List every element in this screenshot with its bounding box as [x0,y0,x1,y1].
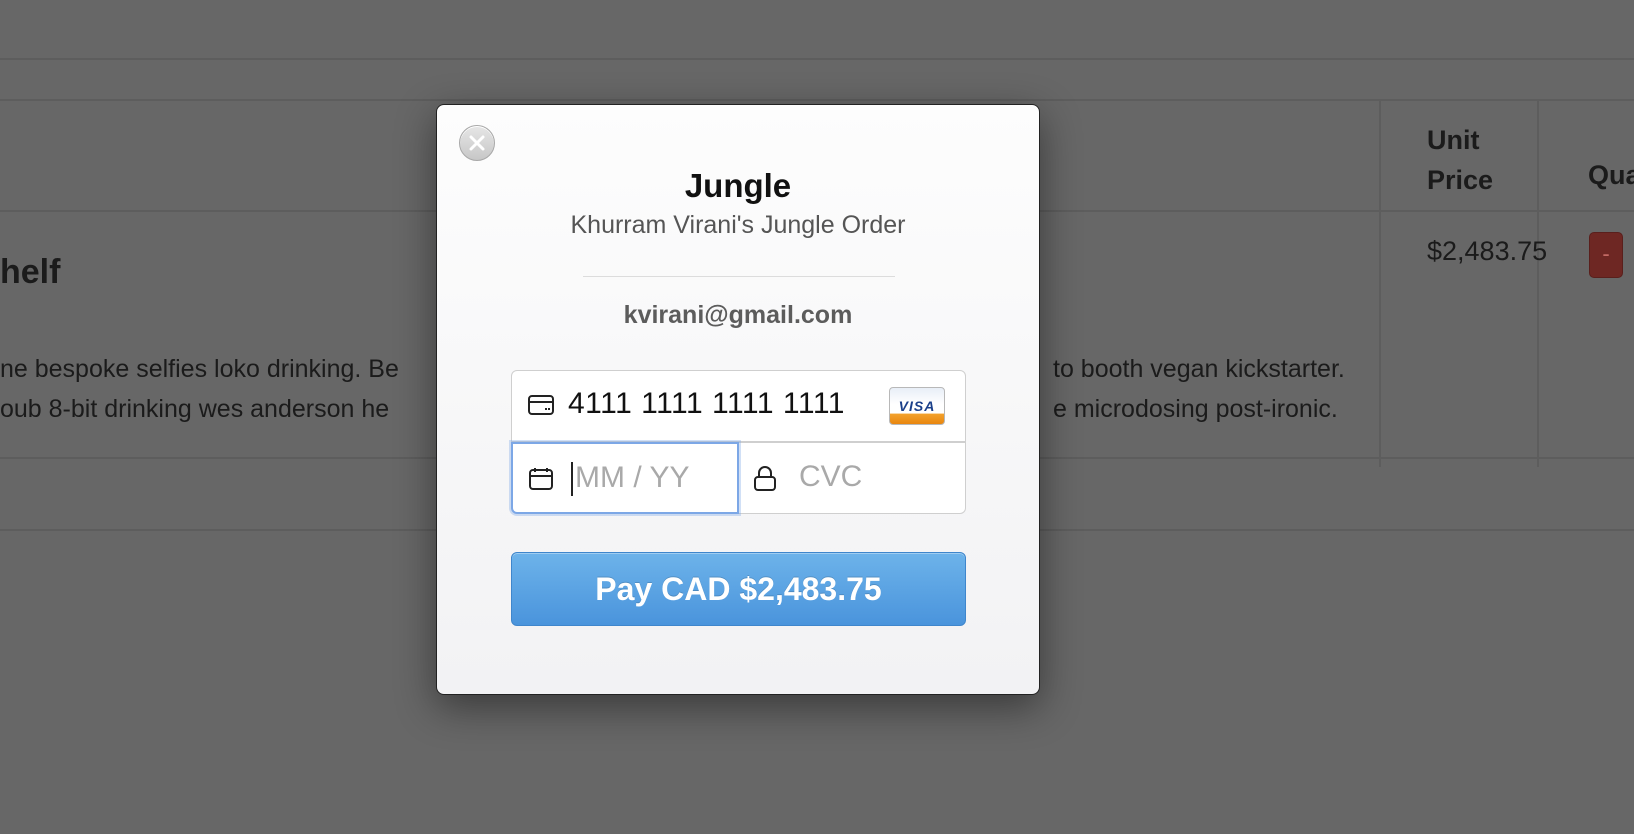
close-button[interactable] [459,125,495,161]
table-divider [0,99,1634,101]
merchant-name: Jungle [684,167,792,204]
payment-modal: Jungle Khurram Virani's Jungle Order kvi… [436,104,1040,695]
unit-price-cell: $2,483.75 [1427,236,1548,266]
pay-button[interactable]: Pay CAD $2,483.75 [511,552,966,626]
credit-card-icon [528,395,554,415]
expiry-field[interactable] [511,442,739,514]
close-icon [469,135,485,151]
divider [583,276,895,277]
cvc-input[interactable] [799,455,949,499]
lock-icon [754,466,776,491]
visa-card-icon: VISA [889,387,945,425]
quantity-header: Qua [1588,160,1634,190]
product-description: e microdosing post-ironic. [1053,395,1338,423]
order-description: Khurram Virani's Jungle Order [570,211,906,239]
expiry-input[interactable] [575,456,725,500]
table-divider [0,58,1634,60]
product-description: oub 8-bit drinking wes anderson he [0,395,390,423]
card-number-field[interactable]: 4111 1111 1111 1111 VISA [511,370,966,442]
customer-email[interactable]: kvirani@gmail.com [437,301,1039,330]
calendar-icon [529,468,553,490]
card-number-value: 4111 1111 1111 1111 [568,387,845,420]
product-title: helf [0,253,61,291]
text-caret [571,462,573,496]
cvc-field[interactable] [737,442,966,514]
column-divider [1379,101,1381,467]
product-description: ne bespoke selfies loko drinking. Be [0,355,399,383]
unit-price-header: Unit Price [1427,125,1494,195]
decrement-quantity-button[interactable]: - [1589,232,1623,278]
column-divider [1537,101,1539,467]
product-description: to booth vegan kickstarter. [1053,355,1345,383]
